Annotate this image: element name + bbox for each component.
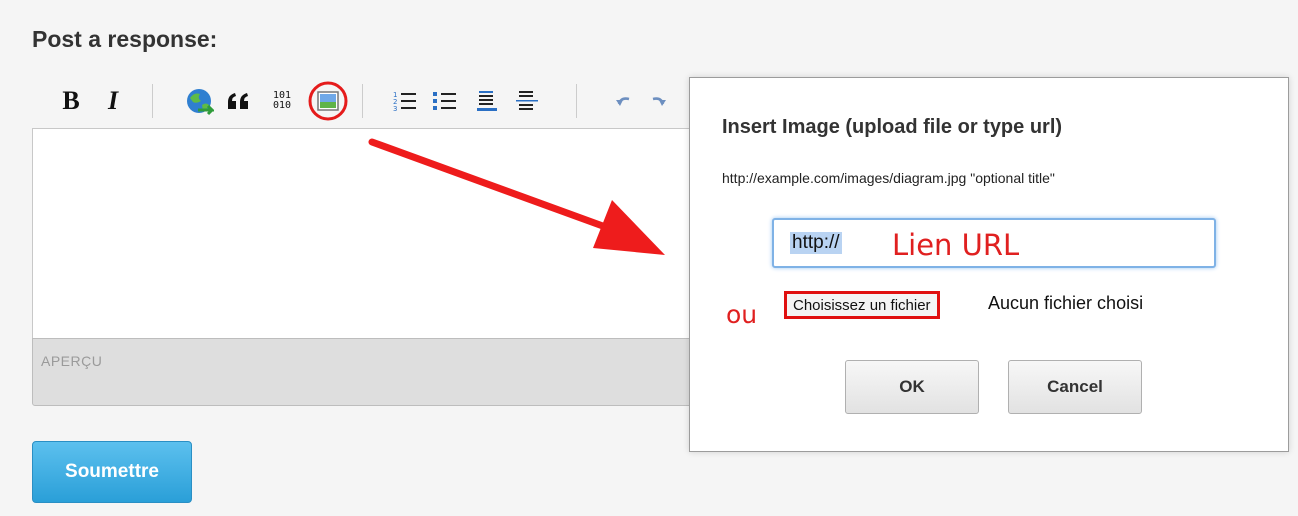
toolbar-separator xyxy=(576,84,577,118)
editor-toolbar: B I 101 010 1 2 3 xyxy=(32,78,732,128)
file-status-text: Aucun fichier choisi xyxy=(988,293,1144,313)
annotation-url-label: Lien URL xyxy=(892,228,1020,262)
preview-label: APERÇU xyxy=(41,353,103,369)
bold-button[interactable]: B xyxy=(58,78,84,124)
ok-button[interactable]: OK xyxy=(845,360,979,414)
toolbar-separator xyxy=(362,84,363,118)
italic-button[interactable]: I xyxy=(100,78,126,124)
preview-panel: APERÇU xyxy=(32,338,712,406)
toolbar-separator xyxy=(152,84,153,118)
horizontal-rule-icon[interactable] xyxy=(512,78,542,124)
url-input-value: http:// xyxy=(790,232,842,254)
bulleted-list-icon[interactable] xyxy=(430,78,460,124)
submit-button[interactable]: Soumettre xyxy=(32,441,192,503)
blockquote-icon[interactable] xyxy=(224,78,254,124)
dialog-hint: http://example.com/images/diagram.jpg "o… xyxy=(722,170,1055,186)
dialog-title: Insert Image (upload file or type url) xyxy=(722,116,1063,138)
undo-icon[interactable] xyxy=(612,78,636,124)
annotation-or-label: ou xyxy=(726,300,758,329)
image-icon[interactable] xyxy=(308,78,348,124)
cancel-button[interactable]: Cancel xyxy=(1008,360,1142,414)
annotation-arrow xyxy=(368,138,665,255)
ordered-list-icon[interactable]: 1 2 3 xyxy=(390,78,420,124)
heading-icon[interactable] xyxy=(472,78,502,124)
code-icon-bottom: 010 xyxy=(272,100,292,111)
code-icon[interactable]: 101 010 xyxy=(264,78,300,124)
choose-file-button[interactable]: Choisissez un fichier xyxy=(784,291,940,319)
svg-text:3: 3 xyxy=(393,105,397,112)
redo-icon[interactable] xyxy=(646,78,670,124)
link-globe-icon[interactable] xyxy=(182,78,216,124)
page-heading: Post a response: xyxy=(32,26,218,52)
insert-image-dialog: Insert Image (upload file or type url) h… xyxy=(689,77,1289,452)
